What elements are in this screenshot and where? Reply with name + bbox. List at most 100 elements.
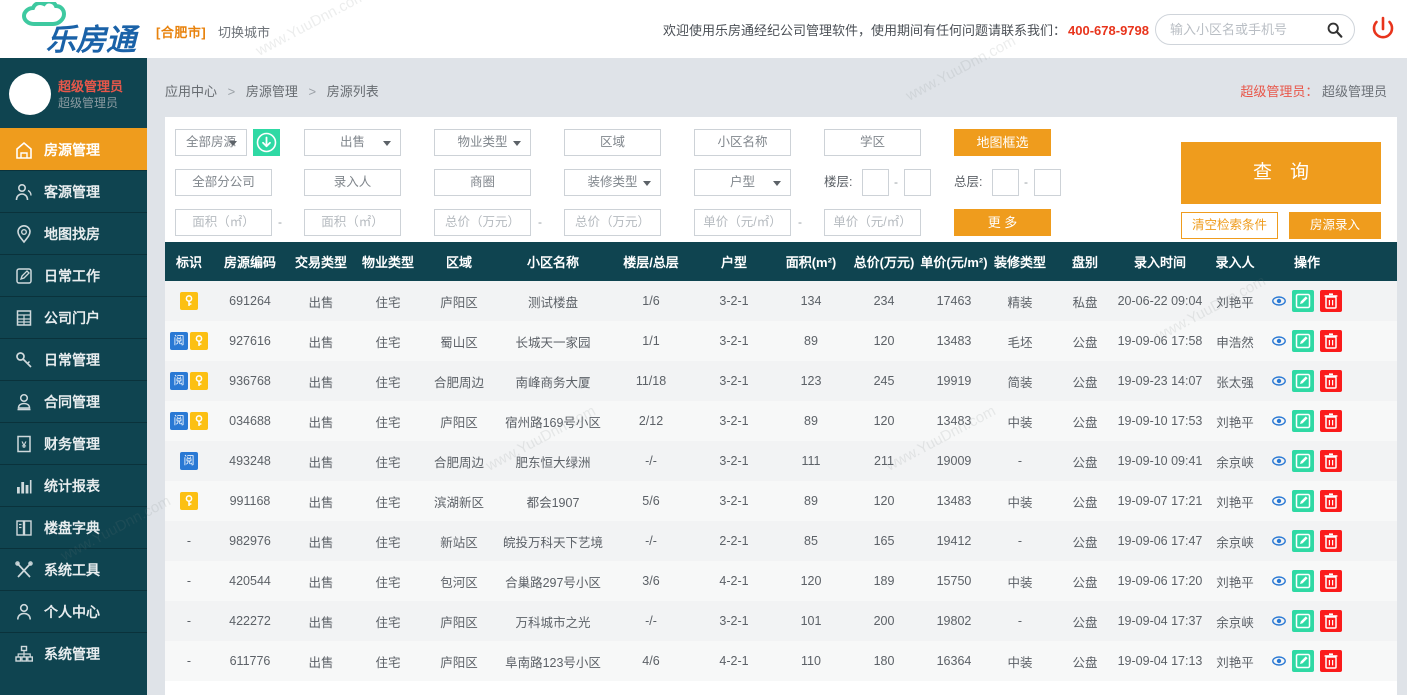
trash-icon[interactable]: [1320, 530, 1342, 552]
flag-badge-read[interactable]: 阅: [170, 372, 188, 390]
edit-icon[interactable]: [1292, 410, 1314, 432]
sidebar-item-10[interactable]: 楼盘字典: [0, 506, 147, 548]
edit-icon[interactable]: [1292, 650, 1314, 672]
filter-unit-price-max[interactable]: 单价（元/㎡）: [824, 209, 921, 236]
edit-icon[interactable]: [1292, 570, 1314, 592]
table-row[interactable]: - 611776 出售 住宅 庐阳区 阜南路123号小区 4/6 4-2-1 110 180 163…: [165, 641, 1397, 681]
sidebar-item-3[interactable]: 地图找房: [0, 212, 147, 254]
edit-icon[interactable]: [1292, 610, 1314, 632]
filter-decoration[interactable]: 装修类型: [564, 169, 661, 196]
sidebar-item-11[interactable]: 系统工具: [0, 548, 147, 590]
floor-min-input[interactable]: [862, 169, 889, 196]
filter-community[interactable]: 小区名称: [694, 129, 791, 156]
trash-icon[interactable]: [1320, 370, 1342, 392]
trash-icon[interactable]: [1320, 410, 1342, 432]
breadcrumb-item-1[interactable]: 房源管理: [246, 84, 298, 99]
filter-area-min[interactable]: 面积（㎡）: [175, 209, 272, 236]
filter-branch[interactable]: 全部分公司: [175, 169, 272, 196]
filter-total-price-min[interactable]: 总价（万元）: [434, 209, 531, 236]
sidebar-item-5[interactable]: 公司门户: [0, 296, 147, 338]
eye-icon[interactable]: [1272, 294, 1286, 308]
map-select-button[interactable]: 地图框选: [954, 129, 1051, 156]
table-row[interactable]: - 422272 出售 住宅 庐阳区 万科城市之光 -/- 3-2-1 101 200 19802 -…: [165, 601, 1397, 641]
filter-region[interactable]: 区域: [564, 129, 661, 156]
filter-source-select[interactable]: 全部房源: [175, 129, 247, 156]
edit-icon[interactable]: [1292, 530, 1314, 552]
filter-house-type[interactable]: 户型: [694, 169, 791, 196]
breadcrumb-item-0[interactable]: 应用中心: [165, 84, 217, 99]
table-row[interactable]: 阅 493248 出售 住宅 合肥周边 肥东恒大绿洲 -/- 3-2-1 111 211 19009…: [165, 441, 1397, 481]
flag-badge-key[interactable]: [190, 372, 208, 390]
edit-icon[interactable]: [1292, 290, 1314, 312]
filter-property-type[interactable]: 物业类型: [434, 129, 531, 156]
filter-business-circle[interactable]: 商圈: [434, 169, 531, 196]
sidebar-item-13[interactable]: 系统管理: [0, 632, 147, 674]
trash-icon[interactable]: [1320, 490, 1342, 512]
filter-area-max[interactable]: 面积（㎡）: [304, 209, 401, 236]
flag-badge-key[interactable]: [180, 292, 198, 310]
more-filters-button[interactable]: 更 多: [954, 209, 1051, 236]
eye-icon[interactable]: [1272, 494, 1286, 508]
sidebar-item-9[interactable]: 统计报表: [0, 464, 147, 506]
power-icon[interactable]: [1369, 15, 1397, 43]
flag-badge-key[interactable]: [190, 412, 208, 430]
filter-unit-price-min[interactable]: 单价（元/㎡）: [694, 209, 791, 236]
table-row[interactable]: 阅 927616 出售 住宅 蜀山区 长城天一家园 1/1 3-2-1 89 120 13483 毛坯…: [165, 321, 1397, 361]
total-floor-max-input[interactable]: [1034, 169, 1061, 196]
trash-icon[interactable]: [1320, 570, 1342, 592]
sidebar-item-12[interactable]: 个人中心: [0, 590, 147, 632]
edit-icon[interactable]: [1292, 370, 1314, 392]
edit-icon[interactable]: [1292, 450, 1314, 472]
sidebar-item-1[interactable]: 房源管理: [0, 128, 147, 170]
table-row[interactable]: - 982976 出售 住宅 新站区 皖投万科天下艺境 -/- 2-2-1 85 165 19412…: [165, 521, 1397, 561]
column-header-15: 操作: [1267, 242, 1347, 281]
floor-max-input[interactable]: [904, 169, 931, 196]
sidebar-item-8[interactable]: ¥ 财务管理: [0, 422, 147, 464]
eye-icon[interactable]: [1272, 414, 1286, 428]
table-row[interactable]: 691264 出售 住宅 庐阳区 测试楼盘 1/6 3-2-1 134 234 17463 精装 私盘…: [165, 281, 1397, 321]
eye-icon[interactable]: [1272, 454, 1286, 468]
global-search-box[interactable]: [1155, 14, 1355, 45]
eye-icon[interactable]: [1272, 574, 1286, 588]
flag-badge-read[interactable]: 阅: [170, 332, 188, 350]
trash-icon[interactable]: [1320, 450, 1342, 472]
sidebar-item-4[interactable]: 日常工作: [0, 254, 147, 296]
edit-icon[interactable]: [1292, 490, 1314, 512]
search-input[interactable]: [1170, 15, 1320, 44]
eye-icon[interactable]: [1272, 654, 1286, 668]
trash-icon[interactable]: [1320, 330, 1342, 352]
table-row[interactable]: 阅 936768 出售 住宅 合肥周边 南峰商务大厦 11/18 3-2-1 123 245 199…: [165, 361, 1397, 401]
table-row[interactable]: 阅 034688 出售 住宅 庐阳区 宿州路169号小区 2/12 3-2-1 89 120 134…: [165, 401, 1397, 441]
flag-badge-key[interactable]: [180, 492, 198, 510]
sidebar-item-6[interactable]: 日常管理: [0, 338, 147, 380]
filter-inputter[interactable]: 录入人: [304, 169, 401, 196]
sidebar-item-2[interactable]: 客源管理: [0, 170, 147, 212]
filter-school[interactable]: 学区: [824, 129, 921, 156]
eye-icon[interactable]: [1272, 614, 1286, 628]
query-button[interactable]: 查询: [1181, 142, 1381, 204]
trash-icon[interactable]: [1320, 650, 1342, 672]
switch-city-link[interactable]: 切换城市: [218, 22, 270, 41]
clear-filters-button[interactable]: 清空检索条件: [1181, 212, 1278, 239]
filter-trade-type[interactable]: 出售: [304, 129, 401, 156]
eye-icon[interactable]: [1272, 374, 1286, 388]
eye-icon[interactable]: [1272, 534, 1286, 548]
flag-badge-read[interactable]: 阅: [170, 412, 188, 430]
flag-badge-key[interactable]: [190, 332, 208, 350]
cloud-download-icon[interactable]: [253, 129, 280, 156]
table-row[interactable]: 991168 出售 住宅 滨湖新区 都会1907 5/6 3-2-1 89 120 13483 中装…: [165, 481, 1397, 521]
create-time-value: 19-09-04 17:37: [1117, 614, 1203, 628]
edit-icon[interactable]: [1292, 330, 1314, 352]
app-logo[interactable]: 乐房通: [16, 2, 146, 58]
total-floor-min-input[interactable]: [992, 169, 1019, 196]
add-house-button[interactable]: 房源录入: [1289, 212, 1381, 239]
trash-icon[interactable]: [1320, 290, 1342, 312]
filter-total-price-max[interactable]: 总价（万元）: [564, 209, 661, 236]
trash-icon[interactable]: [1320, 610, 1342, 632]
sidebar-user-block[interactable]: 超级管理员 超级管理员: [0, 58, 147, 128]
sidebar-item-7[interactable]: 合同管理: [0, 380, 147, 422]
table-row[interactable]: - 420544 出售 住宅 包河区 合巢路297号小区 3/6 4-2-1 120 189 157…: [165, 561, 1397, 601]
flag-badge-read[interactable]: 阅: [180, 452, 198, 470]
eye-icon[interactable]: [1272, 334, 1286, 348]
search-icon[interactable]: [1326, 21, 1343, 38]
